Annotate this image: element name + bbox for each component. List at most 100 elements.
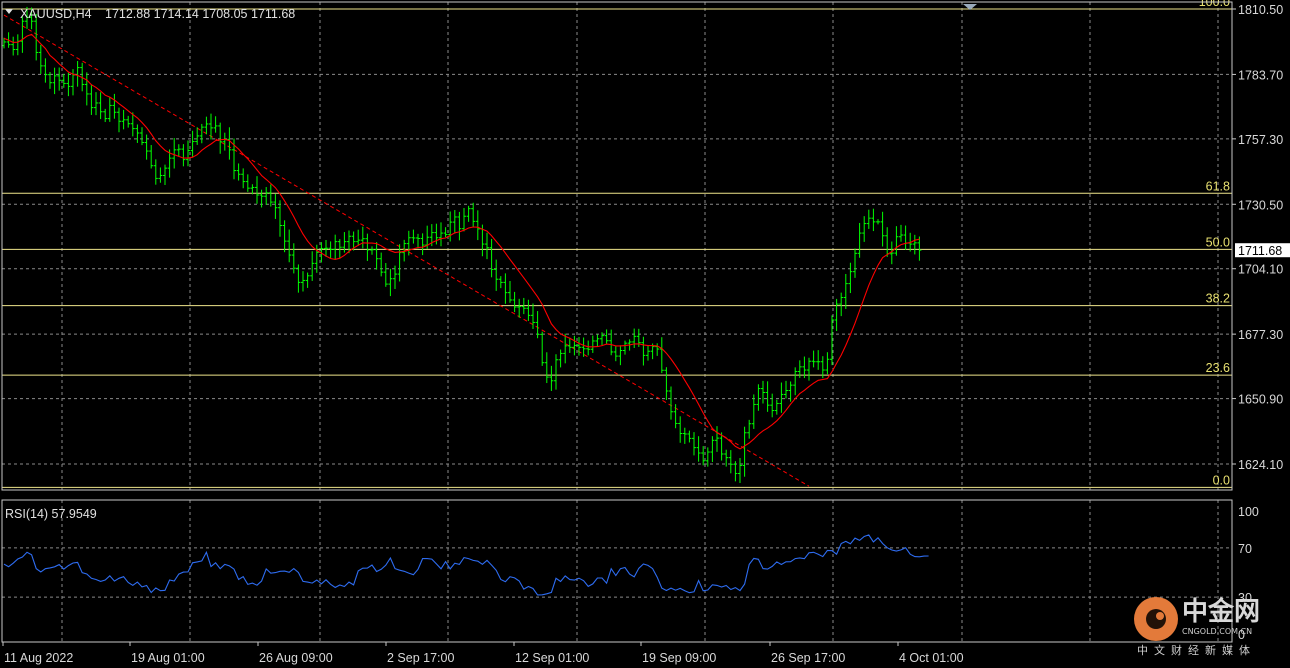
candle <box>278 200 282 237</box>
candle <box>903 225 908 250</box>
rsi-polyline <box>3 534 929 596</box>
candle <box>866 209 871 229</box>
candle <box>420 233 425 256</box>
candle <box>383 263 388 287</box>
candle <box>692 432 696 456</box>
candle <box>15 34 20 56</box>
candle <box>641 336 646 366</box>
time-label: 11 Aug 2022 <box>4 651 73 665</box>
fib-level-label: 38.2 <box>1206 292 1230 306</box>
price-tick-label: 1624.10 <box>1238 458 1283 472</box>
candle <box>457 211 462 241</box>
candle <box>365 233 370 261</box>
candle <box>356 229 361 246</box>
candle <box>917 236 922 261</box>
candle <box>259 189 264 208</box>
candle <box>471 202 476 228</box>
candle <box>66 72 71 97</box>
candle <box>871 208 876 232</box>
rsi-pane-frame <box>1 499 1233 643</box>
candle <box>121 109 126 130</box>
candle <box>287 229 292 263</box>
candle <box>894 226 899 256</box>
rsi-tick-label: 100 <box>1238 505 1259 519</box>
candle <box>466 205 471 222</box>
price-tick-label: 1650.90 <box>1238 393 1283 407</box>
candle <box>728 450 733 474</box>
candle <box>475 210 480 241</box>
candle <box>623 340 627 355</box>
candle <box>181 144 186 167</box>
fib-level-label: 100.0 <box>1199 0 1230 9</box>
candle <box>199 123 204 144</box>
time-label: 4 Oct 01:00 <box>899 651 964 665</box>
candle <box>227 127 232 160</box>
candle <box>590 335 595 353</box>
candle <box>843 273 848 309</box>
candle <box>595 334 600 347</box>
candle <box>190 130 195 158</box>
candle <box>498 276 503 289</box>
collapse-triangle-icon[interactable] <box>5 9 13 14</box>
candle <box>282 220 287 253</box>
candle <box>218 122 223 154</box>
candle <box>853 248 857 278</box>
chart-canvas[interactable]: 100.061.850.038.223.60.0 1810.501783.701… <box>0 0 1290 668</box>
candle <box>687 430 692 443</box>
watermark-tagline: 中文财经新媒体 <box>1137 643 1256 657</box>
candle <box>452 210 457 234</box>
time-label: 19 Aug 01:00 <box>131 651 205 665</box>
time-label: 26 Sep 17:00 <box>771 651 845 665</box>
candle <box>204 116 209 135</box>
candle <box>84 72 89 106</box>
candle <box>462 208 466 232</box>
candle <box>489 238 494 278</box>
candle <box>751 394 756 429</box>
moving-average <box>3 33 920 450</box>
candle <box>526 299 531 321</box>
candle <box>333 234 338 260</box>
candle <box>659 337 664 374</box>
candle <box>912 234 917 255</box>
candle <box>774 399 779 415</box>
fibonacci-retracement[interactable]: 100.0 61.8 50.0 38.2 23.6 0.0 <box>2 0 1232 488</box>
price-pane-frame <box>1 1 1233 491</box>
candle <box>153 159 158 185</box>
candle <box>163 164 167 186</box>
watermark-domain: CNGOLD.COM.CN <box>1182 627 1252 636</box>
candle <box>508 281 512 303</box>
price-candles <box>2 6 922 483</box>
candle <box>20 16 25 53</box>
candle <box>779 382 784 413</box>
fib-level-label: 0.0 <box>1213 473 1230 487</box>
candle <box>57 67 62 91</box>
candle <box>540 331 545 366</box>
candle <box>255 176 259 204</box>
candle <box>11 36 16 56</box>
candle <box>876 219 880 225</box>
candle <box>301 271 305 292</box>
candle <box>443 227 448 238</box>
candle <box>618 345 623 366</box>
candle <box>337 239 342 259</box>
candle <box>604 329 609 344</box>
candle <box>517 298 522 318</box>
candle <box>241 168 246 189</box>
candle <box>43 58 48 83</box>
chart-window[interactable]: 100.0 61.8 50.0 38.2 23.6 0.0 1810.50 1783.70 1… <box>0 0 1290 668</box>
rsi-tick-label: 70 <box>1238 542 1252 556</box>
grid <box>2 2 1232 642</box>
watermark-name: 中金网 <box>1182 596 1260 627</box>
candle <box>715 426 719 452</box>
candle <box>558 349 563 368</box>
axes: 1810.50 1783.70 1757.30 1730.50 1704.10 1677.… <box>1 1 1290 665</box>
price-tick-label: 1704.10 <box>1238 263 1283 277</box>
candle <box>485 232 489 260</box>
candle <box>144 134 149 160</box>
candle <box>324 239 328 257</box>
candle <box>98 92 103 120</box>
candle <box>669 386 673 420</box>
price-tick-label: 1783.70 <box>1238 68 1283 82</box>
candle <box>673 404 678 429</box>
candle <box>140 127 144 146</box>
